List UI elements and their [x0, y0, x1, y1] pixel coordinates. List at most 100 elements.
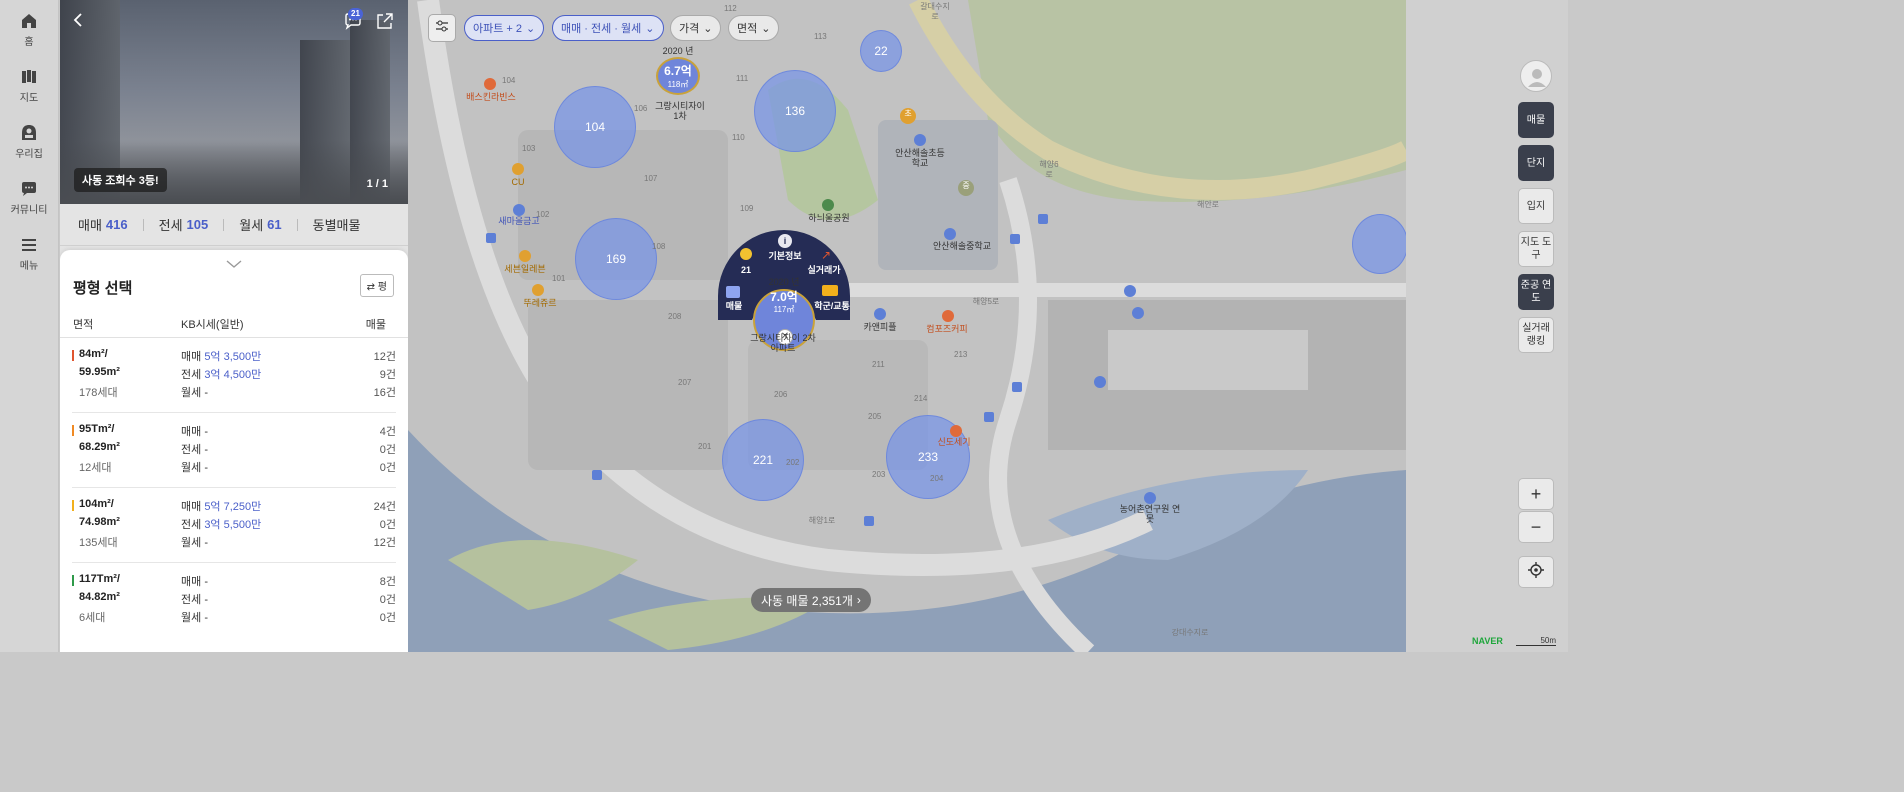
share-icon[interactable]	[376, 12, 394, 35]
radial-trade[interactable]: 실거래가	[802, 265, 846, 275]
area-exclusive: 68.29m²	[79, 441, 120, 453]
complex-photo[interactable]: 21 사동 조회수 3등! 1 / 1	[60, 0, 408, 204]
tool-location[interactable]: 입지	[1518, 188, 1554, 224]
bldg-number: 111	[736, 74, 749, 83]
complex-price-marker[interactable]: 2020 년 6.7억 118㎡	[654, 44, 702, 95]
talk-count-badge: 21	[348, 8, 363, 20]
radial-listing[interactable]: 매물	[720, 301, 748, 311]
jeonse-price: 전세 3억 4,500만	[181, 366, 261, 382]
nav-myhome-label: 우리집	[15, 149, 43, 160]
filter-label: 매매 · 전세 · 월세	[561, 23, 642, 35]
count-wolse[interactable]: 월세 61	[239, 215, 281, 234]
chevron-down-icon[interactable]	[226, 256, 242, 274]
area-supply: 117Tm²/	[79, 573, 120, 585]
radial-talk-count[interactable]: 21	[736, 265, 756, 275]
tool-completion-year[interactable]: 준공 연도	[1518, 274, 1554, 310]
sale-value: 5억 7,250만	[204, 501, 262, 513]
cafe-icon	[942, 310, 954, 322]
cluster-marker[interactable]: 22	[860, 30, 902, 72]
photo-pager: 1 / 1	[366, 178, 388, 190]
wolse-price: 월세 -	[181, 534, 208, 550]
pyeong-row[interactable]: 84m²/59.95m² 178세대 매매 5억 3,500만 전세 3억 4,500…	[72, 338, 396, 413]
bldg-number: 112	[724, 4, 737, 13]
bus-stop-icon	[1038, 214, 1048, 224]
count-sale-label: 매매	[78, 218, 102, 233]
zoom-out-button[interactable]: −	[1518, 511, 1554, 543]
tool-listing[interactable]: 매물	[1518, 102, 1554, 138]
school-icon	[914, 134, 926, 146]
back-icon[interactable]	[72, 12, 84, 33]
park-icon	[822, 199, 834, 211]
tool-trade-ranking[interactable]: 실거래 랭킹	[1518, 317, 1554, 353]
chevron-down-icon: ⌄	[645, 22, 655, 35]
nav-map-label: 지도	[19, 93, 39, 104]
count-jeonse-label: 전세	[158, 218, 183, 233]
bus-stop-icon	[1010, 234, 1020, 244]
nav-menu[interactable]: 메뉴	[0, 236, 58, 280]
count-sale[interactable]: 매매 416	[78, 215, 128, 234]
jeonse-count: 0건	[379, 444, 396, 456]
jeonse-label: 전세	[181, 369, 202, 381]
cluster-marker[interactable]: 104	[554, 86, 636, 168]
cluster-marker[interactable]	[1352, 214, 1406, 274]
pyeong-sheet: 평형 선택 ⇄ 평 면적 KB시세(일반) 매물 84m²/59.95m² 178…	[60, 250, 408, 652]
listing-count-label: 사동 매물 2,351개	[761, 593, 853, 608]
chevron-right-icon: ›	[856, 593, 861, 607]
filter-property-type[interactable]: 아파트 + 2 ⌄	[464, 15, 545, 41]
school-icon	[944, 228, 956, 240]
zoom-in-button[interactable]: +	[1518, 478, 1554, 510]
wolse-count: 0건	[379, 462, 396, 474]
pyeong-row[interactable]: 95Tm²/68.29m² 12세대 매매 - 전세 - 월세 -4건 0건 0건	[72, 413, 396, 488]
bldg-number: 202	[786, 458, 800, 467]
map-icon	[20, 68, 38, 86]
cluster-marker[interactable]: 136	[754, 70, 836, 152]
header-kb: KB시세(일반)	[181, 319, 244, 331]
wolse-count: 12건	[373, 537, 396, 549]
filter-settings-button[interactable]	[428, 14, 456, 42]
sliders-icon	[435, 19, 449, 38]
unit-toggle-button[interactable]: ⇄ 평	[359, 274, 394, 297]
minus-icon: −	[1530, 516, 1542, 537]
area-color-bar	[72, 350, 74, 361]
filter-price[interactable]: 가격 ⌄	[670, 15, 722, 41]
table-header: 면적 KB시세(일반) 매물	[60, 316, 408, 338]
plus-icon: +	[1530, 483, 1542, 504]
map-area[interactable]: 아파트 + 2 ⌄ 매매 · 전세 · 월세 ⌄ 가격 ⌄ 면적 ⌄ 104 136 2…	[408, 0, 1406, 652]
nav-home-label: 홈	[24, 37, 34, 48]
jeonse-count: 9건	[379, 369, 396, 381]
bldg-number: 102	[536, 210, 550, 219]
complex-name-label: 그랑시티자이 1차	[655, 101, 705, 121]
bank-icon	[513, 204, 525, 216]
filter-label: 가격	[679, 23, 700, 35]
area-listing-count-button[interactable]: 사동 매물 2,351개 ›	[751, 588, 871, 612]
radial-info[interactable]: 기본정보	[762, 251, 808, 261]
area-supply: 84m²/	[79, 348, 108, 360]
sale-label: 매매	[181, 576, 202, 588]
area-color-bar	[72, 575, 74, 586]
filter-trade-type[interactable]: 매매 · 전세 · 월세 ⌄	[552, 15, 664, 41]
filter-area[interactable]: 면적 ⌄	[728, 15, 780, 41]
nav-myhome[interactable]: 우리집	[0, 124, 58, 168]
tool-map-tools[interactable]: 지도 도구	[1518, 231, 1554, 267]
bldg-number: 103	[522, 144, 536, 153]
nav-home[interactable]: 홈	[0, 12, 58, 56]
nav-map[interactable]: 지도	[0, 68, 58, 112]
tool-complex[interactable]: 단지	[1518, 145, 1554, 181]
bldg-number: 211	[872, 360, 885, 369]
pyeong-row[interactable]: 117Tm²/84.82m² 6세대 매매 - 전세 - 월세 -8건 0건 0건	[72, 563, 396, 638]
count-jeonse[interactable]: 전세 105	[159, 215, 209, 234]
road-label: 해양5로	[972, 297, 1000, 306]
count-jeonse-value: 105	[186, 217, 209, 232]
cluster-marker[interactable]: 169	[575, 218, 657, 300]
radial-school[interactable]: 학군/교통	[810, 301, 854, 311]
sale-label: 매매	[181, 426, 202, 438]
dong-listing-link[interactable]: 동별매물	[313, 215, 361, 234]
wolse-value: -	[204, 537, 208, 549]
avatar[interactable]	[1520, 60, 1552, 92]
sale-label: 매매	[181, 501, 202, 513]
my-location-button[interactable]	[1518, 556, 1554, 588]
nav-community[interactable]: 커뮤니티	[0, 180, 58, 224]
pyeong-row[interactable]: 104m²/74.98m² 135세대 매매 5억 7,250만 전세 3억 5,50…	[72, 488, 396, 563]
place-label: 하늬울공원	[808, 213, 850, 223]
bus-stop-icon	[984, 412, 994, 422]
